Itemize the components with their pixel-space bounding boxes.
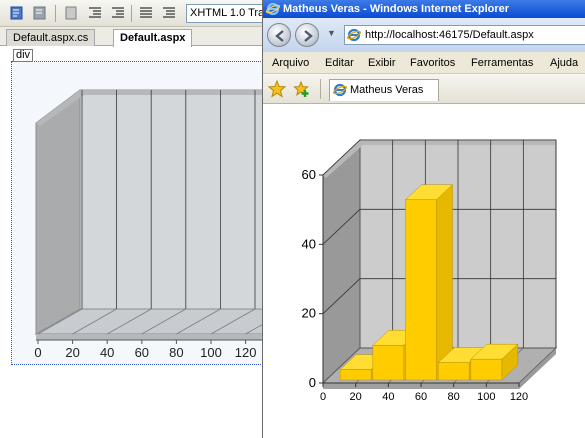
document-tabs: Default.aspx.cs Default.aspx (0, 27, 262, 47)
bar-front (339, 369, 372, 381)
tab-default-aspx[interactable]: Default.aspx (113, 29, 193, 47)
design-chart[interactable]: 0 20 40 60 80 100 120 (12, 62, 262, 366)
ie-menu-bar: Arquivo Editar Exibir Favoritos Ferramen… (263, 52, 585, 74)
x-tick-label: 0 (34, 345, 41, 360)
toolbar-separator (55, 5, 56, 22)
tab-page-icon (333, 83, 348, 97)
internet-explorer-window: Matheus Veras - Windows Internet Explore… (262, 0, 585, 438)
address-url[interactable]: http://localhost:46175/Default.aspx (365, 26, 534, 44)
toolbar-separator (131, 5, 132, 22)
menu-editar[interactable]: Editar (325, 52, 354, 74)
outdent-icon[interactable] (86, 4, 104, 22)
menu-favoritos[interactable]: Favoritos (410, 52, 455, 74)
favorites-star-icon[interactable] (268, 80, 286, 98)
favorites-separator (320, 79, 321, 99)
y-tick-label: 60 (302, 167, 316, 182)
x-tick-label: 120 (510, 391, 528, 403)
page-content: 0 20 40 60 0 20 40 60 80 100 120 (263, 105, 585, 438)
x-tick-label: 60 (135, 345, 149, 360)
redo-icon[interactable] (31, 4, 49, 22)
menu-arquivo[interactable]: Arquivo (272, 52, 309, 74)
y-tick-label: 20 (302, 306, 316, 321)
y-axis-ticks: 0 20 40 60 (302, 167, 323, 390)
design-surface: 0 20 40 60 80 100 120 div (0, 47, 262, 438)
menu-ferramentas[interactable]: Ferramentas (471, 52, 533, 74)
list-icon[interactable] (160, 4, 178, 22)
x-tick-label: 60 (415, 391, 427, 403)
menu-exibir[interactable]: Exibir (368, 52, 396, 74)
bar-front (470, 358, 503, 381)
back-arrow-icon (275, 30, 284, 42)
menu-ajuda[interactable]: Ajuda (550, 52, 578, 74)
ie-logo-icon (266, 2, 281, 16)
chart-floor-front (36, 334, 262, 340)
x-tick-label: 20 (350, 391, 362, 403)
tab-title: Matheus Veras (350, 84, 424, 96)
bar-side (436, 184, 453, 381)
address-bar[interactable]: http://localhost:46175/Default.aspx (344, 25, 585, 45)
browser-tab[interactable]: Matheus Veras (329, 79, 439, 101)
y-tick-label: 0 (309, 375, 316, 390)
x-tick-label: 40 (100, 345, 114, 360)
align-icon[interactable] (137, 4, 155, 22)
visual-studio-designer: XHTML 1.0 Transitional ( Default.aspx.cs… (0, 0, 262, 438)
x-tick-label: 20 (65, 345, 79, 360)
chart-side-wall (322, 138, 361, 385)
div-element-tag[interactable]: div (13, 49, 34, 62)
bar-front (437, 362, 470, 381)
x-tick-label: 0 (320, 391, 326, 403)
chart-side-wall (35, 89, 81, 335)
ie-favorites-bar: Matheus Veras (263, 74, 585, 104)
window-title: Matheus Veras - Windows Internet Explore… (283, 3, 510, 15)
page-icon (347, 28, 362, 42)
forward-button[interactable] (295, 23, 319, 47)
x-tick-label: 100 (200, 345, 222, 360)
vs-toolbar: XHTML 1.0 Transitional ( (0, 0, 262, 27)
chart-back-wall (79, 89, 262, 310)
indent-icon[interactable] (109, 4, 127, 22)
x-tick-label: 40 (382, 391, 394, 403)
recent-pages-dropdown-icon[interactable]: ▼ (327, 28, 336, 38)
div-container[interactable]: 0 20 40 60 80 100 120 (11, 61, 262, 365)
y-tick-label: 40 (302, 236, 316, 251)
bar-chart: 0 20 40 60 0 20 40 60 80 100 120 (302, 138, 558, 403)
ie-navigation-bar: ▼ http://localhost:46175/Default.aspx (263, 18, 585, 52)
x-tick-label: 80 (448, 391, 460, 403)
undo-icon[interactable] (8, 4, 26, 22)
add-favorite-icon[interactable] (293, 80, 311, 98)
bar-front (372, 345, 405, 381)
ie-title-bar[interactable]: Matheus Veras - Windows Internet Explore… (263, 0, 585, 18)
tab-default-aspx-cs[interactable]: Default.aspx.cs (6, 29, 96, 46)
back-button[interactable] (267, 23, 291, 47)
x-tick-label: 120 (235, 345, 257, 360)
bar[interactable] (404, 184, 454, 381)
x-tick-label: 100 (477, 391, 495, 403)
x-tick-label: 80 (169, 345, 183, 360)
save-icon[interactable] (62, 4, 80, 22)
forward-arrow-icon (304, 30, 313, 42)
doctype-dropdown[interactable]: XHTML 1.0 Transitional ( (186, 4, 262, 23)
x-axis-ticks: 0 20 40 60 80 100 120 (34, 340, 256, 360)
bar-front (405, 199, 437, 381)
